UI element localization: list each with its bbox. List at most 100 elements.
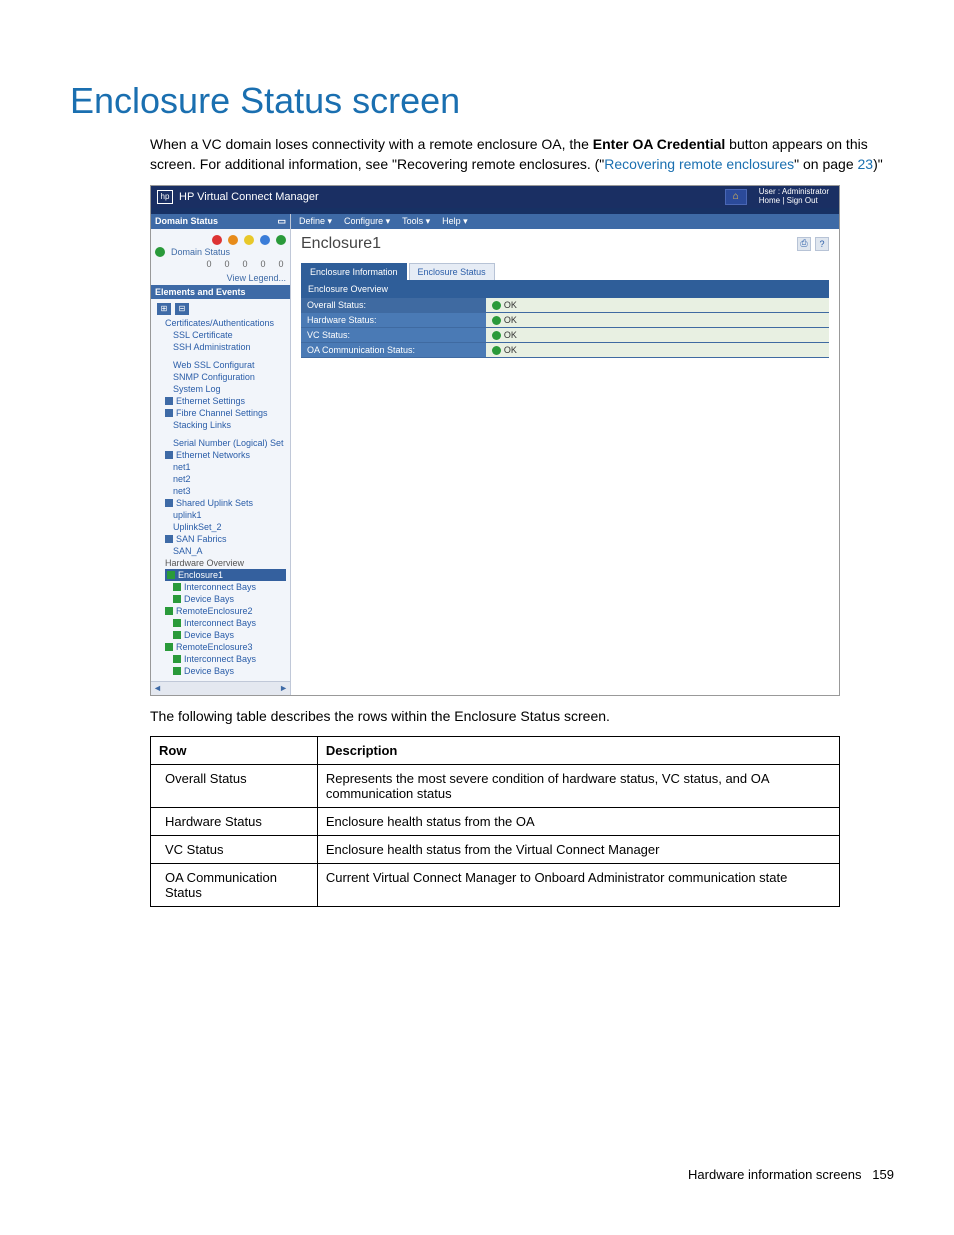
vc-manager-window: hp HP Virtual Connect Manager ⌂ User : A…: [150, 185, 840, 696]
intro-paragraph: When a VC domain loses connectivity with…: [150, 134, 894, 175]
tree-ssl-cert[interactable]: SSL Certificate: [173, 329, 286, 341]
row-overall-status: Overall Status: OK: [301, 298, 829, 313]
domain-status-title: Domain Status: [155, 216, 218, 227]
tree-net1[interactable]: net1: [173, 461, 286, 473]
tree-shared-uplink[interactable]: Shared Uplink Sets: [165, 497, 286, 509]
print-icon[interactable]: ⎙: [797, 237, 811, 251]
menu-tools[interactable]: Tools ▾: [402, 216, 430, 227]
tree-net2[interactable]: net2: [173, 473, 286, 485]
tree-serial[interactable]: Serial Number (Logical) Set: [173, 437, 286, 449]
page-footer: Hardware information screens 159: [0, 1167, 954, 1182]
intro-bold: Enter OA Credential: [593, 136, 726, 152]
th-row: Row: [151, 736, 318, 764]
intro-text-1: When a VC domain loses connectivity with…: [150, 136, 593, 152]
row-oa-comm-status: OA Communication Status: OK: [301, 342, 829, 357]
tree-uplink1[interactable]: uplink1: [173, 509, 286, 521]
tree-ssh-admin[interactable]: SSH Administration: [173, 341, 286, 353]
help-icon[interactable]: ?: [815, 237, 829, 251]
count-0: 0: [204, 259, 214, 269]
scroll-right-icon[interactable]: ►: [279, 683, 288, 693]
tree-enc2-intbays[interactable]: Interconnect Bays: [173, 617, 286, 629]
td-vc-status-desc: Enclosure health status from the Virtual…: [317, 835, 839, 863]
tree-enc1-devbays[interactable]: Device Bays: [173, 593, 286, 605]
tree-fc-settings[interactable]: Fibre Channel Settings: [165, 407, 286, 419]
tree-remote-enc2[interactable]: RemoteEnclosure2: [165, 605, 286, 617]
tab-enclosure-status[interactable]: Enclosure Status: [409, 263, 495, 280]
tree-enclosure1[interactable]: Enclosure1: [165, 569, 286, 581]
scroll-left-icon[interactable]: ◄: [153, 683, 162, 693]
tree-eth-networks[interactable]: Ethernet Networks: [165, 449, 286, 461]
menu-configure[interactable]: Configure ▾: [344, 216, 390, 227]
td-oa-comm-status-desc: Current Virtual Connect Manager to Onboa…: [317, 863, 839, 906]
footer-section: Hardware information screens: [688, 1167, 861, 1182]
count-4: 0: [276, 259, 286, 269]
vc-product-title: HP Virtual Connect Manager: [179, 191, 725, 203]
domain-status-label: Domain Status: [171, 247, 230, 257]
tree-hw-overview[interactable]: Hardware Overview: [165, 557, 286, 569]
tree-san-a[interactable]: SAN_A: [173, 545, 286, 557]
tab-enclosure-information[interactable]: Enclosure Information: [301, 263, 407, 280]
tree-eth-settings[interactable]: Ethernet Settings: [165, 395, 286, 407]
td-vc-status: VC Status: [151, 835, 318, 863]
enclosure-overview-header: Enclosure Overview: [301, 280, 829, 298]
td-overall-status: Overall Status: [151, 764, 318, 807]
val-vc-status: OK: [486, 327, 829, 342]
val-hardware-status: OK: [486, 312, 829, 327]
val-overall-status: OK: [486, 298, 829, 313]
table-intro-text: The following table describes the rows w…: [150, 706, 894, 726]
td-oa-comm-status: OA Communication Status: [151, 863, 318, 906]
tree-stacking[interactable]: Stacking Links: [173, 419, 286, 431]
td-overall-status-desc: Represents the most severe condition of …: [317, 764, 839, 807]
label-vc-status: VC Status:: [301, 327, 486, 342]
home-signout-links[interactable]: Home | Sign Out: [759, 197, 829, 206]
td-hardware-status-desc: Enclosure health status from the OA: [317, 807, 839, 835]
tree-remote-enc3[interactable]: RemoteEnclosure3: [165, 641, 286, 653]
ok-icon: [492, 301, 501, 310]
link-page-ref[interactable]: 23: [858, 156, 874, 172]
tree-net3[interactable]: net3: [173, 485, 286, 497]
count-3: 0: [258, 259, 268, 269]
tree-enc1-intbays[interactable]: Interconnect Bays: [173, 581, 286, 593]
nav-tree: ⊞ ⊟ Certificates/Authentications SSL Cer…: [151, 299, 290, 681]
row-hardware-status: Hardware Status: OK: [301, 312, 829, 327]
hp-logo-icon: hp: [157, 190, 173, 204]
ok-icon: [492, 331, 501, 340]
domain-status-header: Domain Status ▭: [151, 214, 290, 229]
tree-cert-auth[interactable]: Certificates/Authentications: [165, 317, 286, 329]
domain-status-panel: Domain Status 0 0 0 0 0: [151, 229, 290, 271]
intro-text-4: )": [873, 156, 883, 172]
collapse-icon[interactable]: ▭: [277, 216, 286, 227]
tree-snmp[interactable]: SNMP Configuration: [173, 371, 286, 383]
elements-events-header: Elements and Events: [151, 285, 290, 299]
status-minor-icon: [244, 235, 254, 245]
status-ok-icon: [276, 235, 286, 245]
home-icon[interactable]: ⌂: [725, 189, 747, 205]
label-overall-status: Overall Status:: [301, 298, 486, 313]
tree-enc2-devbays[interactable]: Device Bays: [173, 629, 286, 641]
tree-collapse-btn[interactable]: ⊟: [175, 303, 189, 315]
status-major-icon: [228, 235, 238, 245]
tree-san-fabrics[interactable]: SAN Fabrics: [165, 533, 286, 545]
enclosure-title: Enclosure1: [301, 235, 381, 253]
elements-title: Elements and Events: [155, 287, 246, 297]
tree-expand-btn[interactable]: ⊞: [157, 303, 171, 315]
tree-enc3-devbays[interactable]: Device Bays: [173, 665, 286, 677]
label-hardware-status: Hardware Status:: [301, 312, 486, 327]
ok-icon: [492, 316, 501, 325]
sidebar-hscroll[interactable]: ◄ ►: [151, 681, 290, 695]
menu-define[interactable]: Define ▾: [299, 216, 332, 227]
tree-syslog[interactable]: System Log: [173, 383, 286, 395]
intro-text-3: " on page: [794, 156, 857, 172]
tree-web-ssl[interactable]: Web SSL Configurat: [173, 359, 286, 371]
val-oa-comm-status: OK: [486, 342, 829, 357]
description-table: Row Description Overall Status Represent…: [150, 736, 840, 907]
label-oa-comm-status: OA Communication Status:: [301, 342, 486, 357]
vc-header-bar: hp HP Virtual Connect Manager ⌂ User : A…: [151, 186, 839, 208]
sidebar: Domain Status ▭ Domain Status: [151, 214, 291, 695]
count-2: 0: [240, 259, 250, 269]
view-legend-link[interactable]: View Legend...: [151, 271, 290, 285]
tree-uplinkset2[interactable]: UplinkSet_2: [173, 521, 286, 533]
menu-help[interactable]: Help ▾: [442, 216, 468, 227]
tree-enc3-intbays[interactable]: Interconnect Bays: [173, 653, 286, 665]
link-recovering-remote[interactable]: Recovering remote enclosures: [604, 156, 794, 172]
